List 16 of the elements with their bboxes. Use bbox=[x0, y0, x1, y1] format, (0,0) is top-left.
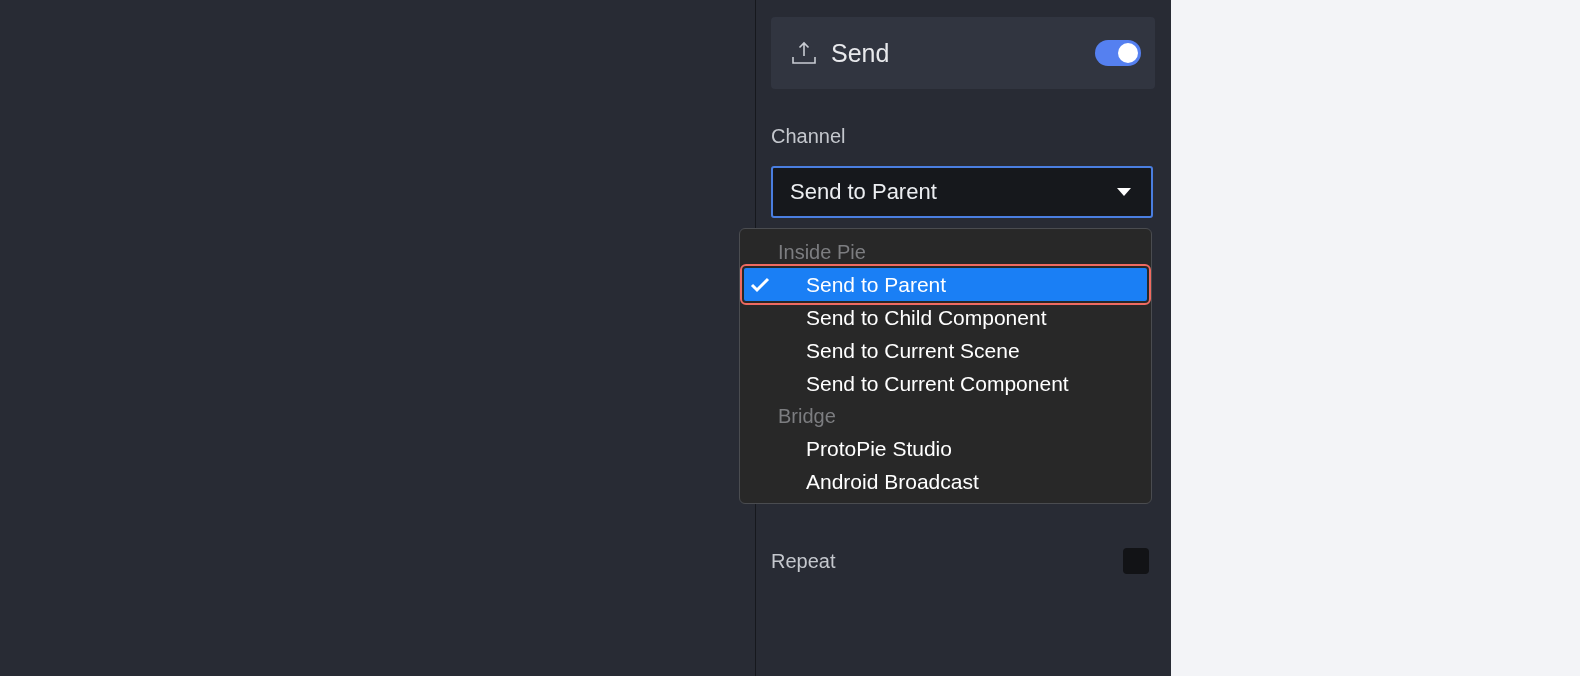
repeat-label: Repeat bbox=[771, 549, 836, 573]
checkmark-icon bbox=[750, 276, 770, 293]
menu-item[interactable]: Send to Child Component bbox=[744, 301, 1147, 334]
menu-group-heading: Inside Pie bbox=[777, 240, 867, 265]
send-toggle[interactable] bbox=[1095, 40, 1141, 66]
repeat-checkbox[interactable] bbox=[1123, 548, 1149, 574]
caret-icon bbox=[1117, 188, 1131, 196]
menu-item[interactable]: Send to Current Component bbox=[744, 367, 1147, 400]
channel-label: Channel bbox=[771, 125, 847, 148]
menu-item[interactable]: ProtoPie Studio bbox=[744, 432, 1147, 465]
send-title: Send bbox=[831, 38, 891, 68]
channel-dropdown[interactable]: Send to Parent bbox=[771, 166, 1153, 218]
menu-item[interactable]: Send to Current Scene bbox=[744, 334, 1147, 367]
menu-group-heading: Bridge bbox=[777, 404, 837, 429]
upload-icon bbox=[791, 40, 817, 66]
menu-item[interactable]: Android Broadcast bbox=[744, 465, 1147, 498]
